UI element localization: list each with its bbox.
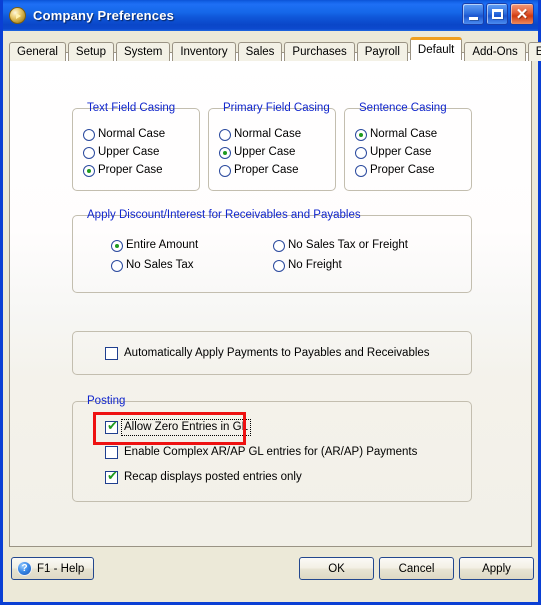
radio-label: Upper Case	[234, 146, 296, 158]
company-preferences-window: Company Preferences ✕ General Setup Syst…	[0, 0, 541, 605]
checkbox-icon-checked: ✔	[105, 469, 118, 484]
radio-label: No Sales Tax	[126, 259, 194, 271]
radio-label: Upper Case	[98, 146, 160, 158]
radio-label: Upper Case	[370, 146, 432, 158]
radio-primary-upper-case[interactable]: Upper Case	[219, 146, 295, 159]
radio-label: Normal Case	[370, 128, 438, 140]
group-label-primary-field-casing: Primary Field Casing	[219, 102, 334, 114]
radio-icon-selected	[111, 239, 123, 252]
help-button-label: F1 - Help	[37, 562, 85, 575]
radio-entire-amount[interactable]: Entire Amount	[111, 239, 198, 252]
radio-icon	[273, 239, 285, 252]
group-apply-discount-interest: Apply Discount/Interest for Receivables …	[72, 209, 472, 293]
question-mark-icon: ?	[17, 561, 32, 576]
radio-label: Proper Case	[234, 164, 299, 176]
checkbox-icon: ✔	[105, 446, 118, 459]
group-text-field-casing: Text Field Casing Normal Case Upper Case…	[72, 102, 200, 191]
radio-icon	[273, 259, 285, 272]
minimize-icon[interactable]	[462, 3, 484, 25]
checkbox-label: Recap displays posted entries only	[124, 471, 302, 483]
checkbox-label: Automatically Apply Payments to Payables…	[124, 347, 430, 359]
tab-strip: General Setup System Inventory Sales Pur…	[9, 37, 541, 61]
radio-icon	[355, 146, 367, 159]
close-icon[interactable]: ✕	[510, 3, 534, 25]
checkbox-label: Allow Zero Entries in GL	[121, 419, 251, 436]
checkbox-icon-checked: ✔	[105, 419, 118, 434]
apply-button[interactable]: Apply	[459, 557, 534, 580]
radio-icon	[219, 128, 231, 141]
group-auto-apply-payments: ✔ Automatically Apply Payments to Payabl…	[72, 331, 472, 375]
group-label-apply-discount: Apply Discount/Interest for Receivables …	[83, 209, 365, 221]
tab-payroll[interactable]: Payroll	[356, 42, 408, 61]
group-posting: Posting ✔ Allow Zero Entries in GL ✔ Ena…	[72, 395, 472, 502]
checkbox-recap-displays-posted-entries-only[interactable]: ✔ Recap displays posted entries only	[105, 470, 304, 485]
tab-default[interactable]: Default	[409, 37, 463, 60]
radio-no-sales-tax-or-freight[interactable]: No Sales Tax or Freight	[273, 239, 408, 252]
radio-sentence-proper-case[interactable]: Proper Case	[355, 164, 435, 177]
tab-sales[interactable]: Sales	[237, 42, 283, 61]
dialog-footer: ? F1 - Help OK Cancel Apply	[3, 550, 538, 602]
radio-icon	[355, 164, 367, 177]
radio-text-proper-case[interactable]: Proper Case	[83, 164, 163, 177]
checkbox-label: Enable Complex AR/AP GL entries for (AR/…	[124, 446, 418, 458]
window-title: Company Preferences	[33, 8, 175, 23]
radio-sentence-normal-case[interactable]: Normal Case	[355, 128, 437, 141]
checkbox-allow-zero-entries-in-gl[interactable]: ✔ Allow Zero Entries in GL	[105, 419, 251, 436]
radio-label: No Sales Tax or Freight	[288, 239, 408, 251]
tab-system[interactable]: System	[115, 42, 171, 61]
preferences-content-panel: Text Field Casing Normal Case Upper Case…	[9, 52, 532, 547]
title-bar: Company Preferences ✕	[3, 0, 538, 31]
radio-label: Normal Case	[234, 128, 302, 140]
tab-email-setup[interactable]: Email Setup	[527, 42, 541, 61]
radio-no-sales-tax[interactable]: No Sales Tax	[111, 259, 194, 272]
tab-add-ons[interactable]: Add-Ons	[464, 42, 526, 61]
radio-sentence-upper-case[interactable]: Upper Case	[355, 146, 431, 159]
checkbox-auto-apply-payments[interactable]: ✔ Automatically Apply Payments to Payabl…	[105, 346, 432, 361]
window-controls: ✕	[462, 3, 534, 25]
radio-label: No Freight	[288, 259, 342, 271]
radio-label: Proper Case	[370, 164, 435, 176]
tab-inventory[interactable]: Inventory	[172, 42, 236, 61]
radio-label: Proper Case	[98, 164, 163, 176]
checkbox-enable-complex-ar-ap-gl-entries[interactable]: ✔ Enable Complex AR/AP GL entries for (A…	[105, 445, 419, 460]
tab-general[interactable]: General	[9, 42, 66, 61]
radio-icon	[111, 259, 123, 272]
checkbox-icon: ✔	[105, 347, 118, 360]
cancel-button[interactable]: Cancel	[379, 557, 454, 580]
radio-icon-selected	[83, 164, 95, 177]
radio-icon	[219, 164, 231, 177]
group-label-posting: Posting	[83, 395, 130, 407]
group-label-text-field-casing: Text Field Casing	[83, 102, 180, 114]
radio-icon-selected	[355, 128, 367, 141]
radio-label: Entire Amount	[126, 239, 199, 251]
radio-icon	[83, 128, 95, 141]
radio-icon	[83, 146, 95, 159]
app-circle-icon	[9, 7, 26, 24]
radio-text-normal-case[interactable]: Normal Case	[83, 128, 165, 141]
group-primary-field-casing: Primary Field Casing Normal Case Upper C…	[208, 102, 336, 191]
radio-no-freight[interactable]: No Freight	[273, 259, 342, 272]
group-sentence-casing: Sentence Casing Normal Case Upper Case P…	[344, 102, 472, 191]
tab-setup[interactable]: Setup	[67, 42, 114, 61]
help-button[interactable]: ? F1 - Help	[11, 557, 95, 580]
ok-button[interactable]: OK	[299, 557, 374, 580]
radio-primary-proper-case[interactable]: Proper Case	[219, 164, 299, 177]
tab-purchases[interactable]: Purchases	[284, 42, 355, 61]
radio-text-upper-case[interactable]: Upper Case	[83, 146, 159, 159]
radio-primary-normal-case[interactable]: Normal Case	[219, 128, 301, 141]
radio-label: Normal Case	[98, 128, 166, 140]
group-label-sentence-casing: Sentence Casing	[355, 102, 451, 114]
radio-icon-selected	[219, 146, 231, 159]
maximize-icon[interactable]	[486, 3, 508, 25]
